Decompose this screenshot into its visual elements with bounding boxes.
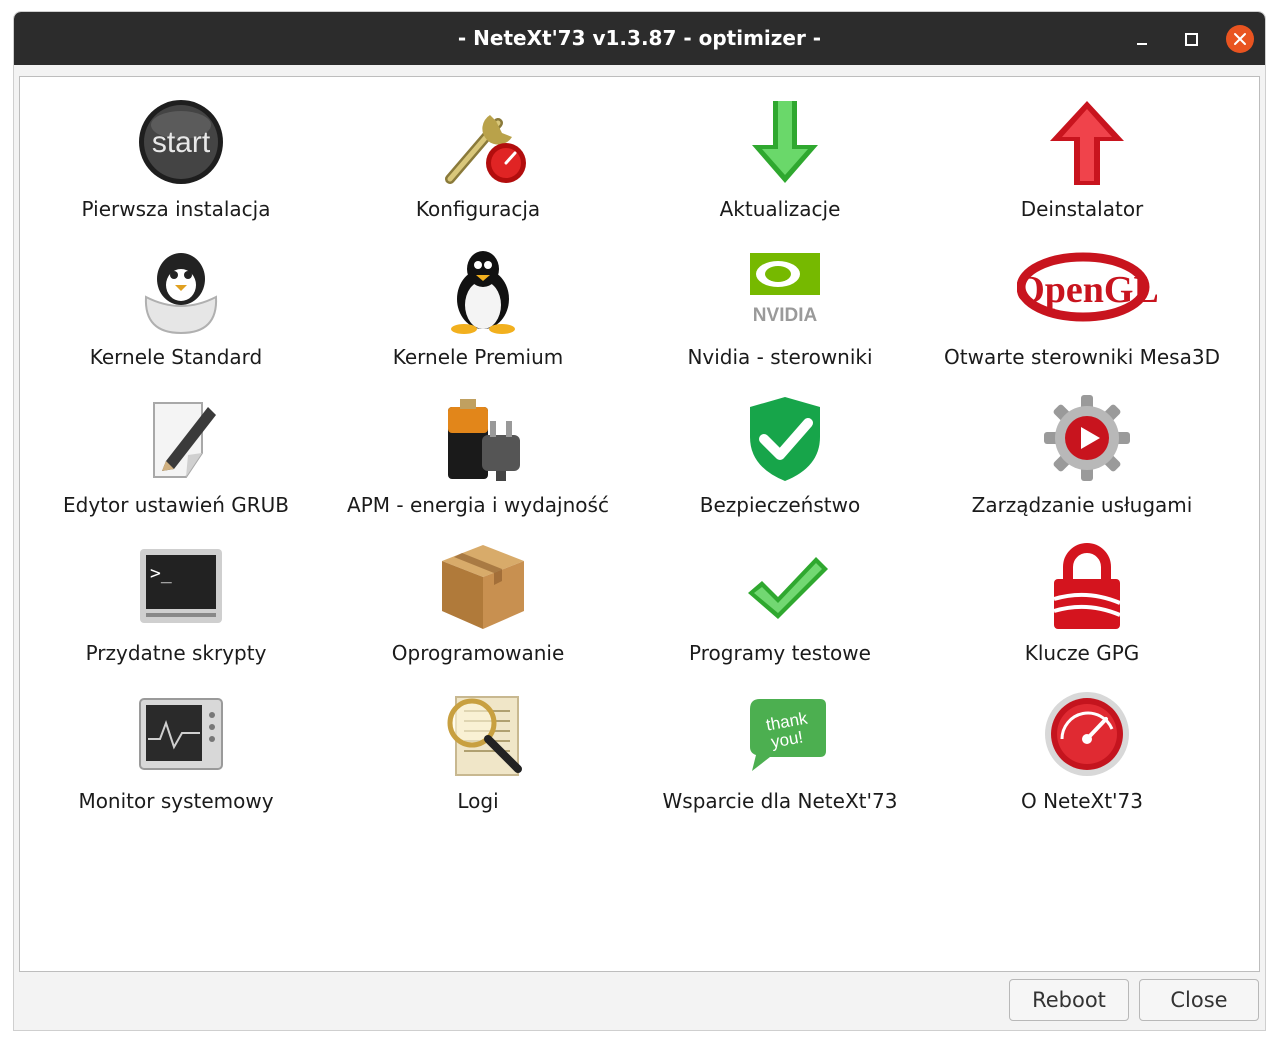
item-programy-testowe[interactable]: Programy testowe — [630, 531, 930, 671]
nvidia-logo-icon: NVIDIA — [740, 245, 830, 335]
item-label: Zarządzanie usługami — [971, 493, 1193, 517]
svg-text:start: start — [152, 126, 211, 159]
item-edytor-grub[interactable]: Edytor ustawień GRUB — [26, 383, 326, 523]
edit-document-icon — [136, 393, 226, 483]
system-monitor-icon — [136, 689, 226, 779]
close-window-button[interactable] — [1226, 25, 1254, 53]
opengl-logo-icon: OpenGL — [1017, 245, 1157, 335]
item-pierwsza-instalacja[interactable]: start Pierwsza instalacja — [26, 87, 326, 227]
item-label: Aktualizacje — [719, 197, 841, 221]
item-kernele-premium[interactable]: Kernele Premium — [328, 235, 628, 375]
item-label: O NeteXt'73 — [1020, 789, 1143, 813]
maximize-button[interactable] — [1177, 25, 1205, 53]
item-konfiguracja[interactable]: Konfiguracja — [328, 87, 628, 227]
svg-text:NVIDIA: NVIDIA — [753, 305, 818, 326]
item-klucze-gpg[interactable]: Klucze GPG — [932, 531, 1232, 671]
item-o-netext[interactable]: O NeteXt'73 — [932, 679, 1232, 819]
item-wsparcie[interactable]: thank you! Wsparcie dla NeteXt'73 — [630, 679, 930, 819]
item-label: Kernele Standard — [89, 345, 263, 369]
item-label: Logi — [457, 789, 499, 813]
item-oprogramowanie[interactable]: Oprogramowanie — [328, 531, 628, 671]
window-title: - NeteXt'73 v1.3.87 - optimizer - — [457, 26, 822, 50]
thank-you-bubble-icon: thank you! — [740, 689, 830, 779]
app-window: - NeteXt'73 v1.3.87 - optimizer - start … — [13, 11, 1266, 1031]
item-label: Edytor ustawień GRUB — [62, 493, 290, 517]
item-label: APM - energia i wydajność — [347, 493, 609, 517]
item-label: Konfiguracja — [415, 197, 541, 221]
item-label: Bezpieczeństwo — [699, 493, 861, 517]
green-down-arrow-icon — [740, 97, 830, 187]
item-apm[interactable]: APM - energia i wydajność — [328, 383, 628, 523]
close-button[interactable]: Close — [1139, 979, 1259, 1021]
penguin-egg-icon — [136, 245, 226, 335]
item-label: Oprogramowanie — [391, 641, 565, 665]
item-uslugi[interactable]: Zarządzanie usługami — [932, 383, 1232, 523]
tux-penguin-icon — [438, 245, 528, 335]
titlebar[interactable]: - NeteXt'73 v1.3.87 - optimizer - — [14, 12, 1265, 65]
item-label: Przydatne skrypty — [85, 641, 267, 665]
item-kernele-standard[interactable]: Kernele Standard — [26, 235, 326, 375]
item-deinstalator[interactable]: Deinstalator — [932, 87, 1232, 227]
item-label: Programy testowe — [689, 641, 871, 665]
item-label: Nvidia - sterowniki — [687, 345, 873, 369]
package-box-icon — [438, 541, 528, 631]
svg-text:OpenGL: OpenGL — [1017, 269, 1157, 311]
close-icon — [1234, 33, 1246, 45]
terminal-icon: >_ — [136, 541, 226, 631]
item-logi[interactable]: Logi — [328, 679, 628, 819]
item-label: Pierwsza instalacja — [81, 197, 271, 221]
green-checkmark-icon — [740, 541, 830, 631]
start-icon: start — [136, 97, 226, 187]
item-label: Otwarte sterowniki Mesa3D — [944, 345, 1220, 369]
minimize-button[interactable] — [1128, 25, 1156, 53]
padlock-icon — [1042, 541, 1132, 631]
magnifier-document-icon — [438, 689, 528, 779]
tools-panel: start Pierwsza instalacja Konfiguracja A… — [19, 76, 1260, 972]
wrench-gauge-icon — [438, 97, 528, 187]
item-monitor[interactable]: Monitor systemowy — [26, 679, 326, 819]
item-label: Deinstalator — [1020, 197, 1144, 221]
svg-text:>_: >_ — [150, 563, 172, 584]
item-label: Wsparcie dla NeteXt'73 — [662, 789, 898, 813]
item-label: Monitor systemowy — [78, 789, 274, 813]
gear-play-icon — [1042, 393, 1132, 483]
item-skrypty[interactable]: >_ Przydatne skrypty — [26, 531, 326, 671]
item-bezpieczenstwo[interactable]: Bezpieczeństwo — [630, 383, 930, 523]
speedometer-icon — [1042, 689, 1132, 779]
item-aktualizacje[interactable]: Aktualizacje — [630, 87, 930, 227]
shield-check-icon — [740, 393, 830, 483]
red-up-arrow-icon — [1042, 97, 1132, 187]
battery-plug-icon — [438, 393, 528, 483]
item-nvidia[interactable]: NVIDIA Nvidia - sterowniki — [630, 235, 930, 375]
item-label: Kernele Premium — [392, 345, 564, 369]
item-label: Klucze GPG — [1024, 641, 1140, 665]
reboot-button[interactable]: Reboot — [1009, 979, 1129, 1021]
item-mesa3d[interactable]: OpenGL Otwarte sterowniki Mesa3D — [932, 235, 1232, 375]
